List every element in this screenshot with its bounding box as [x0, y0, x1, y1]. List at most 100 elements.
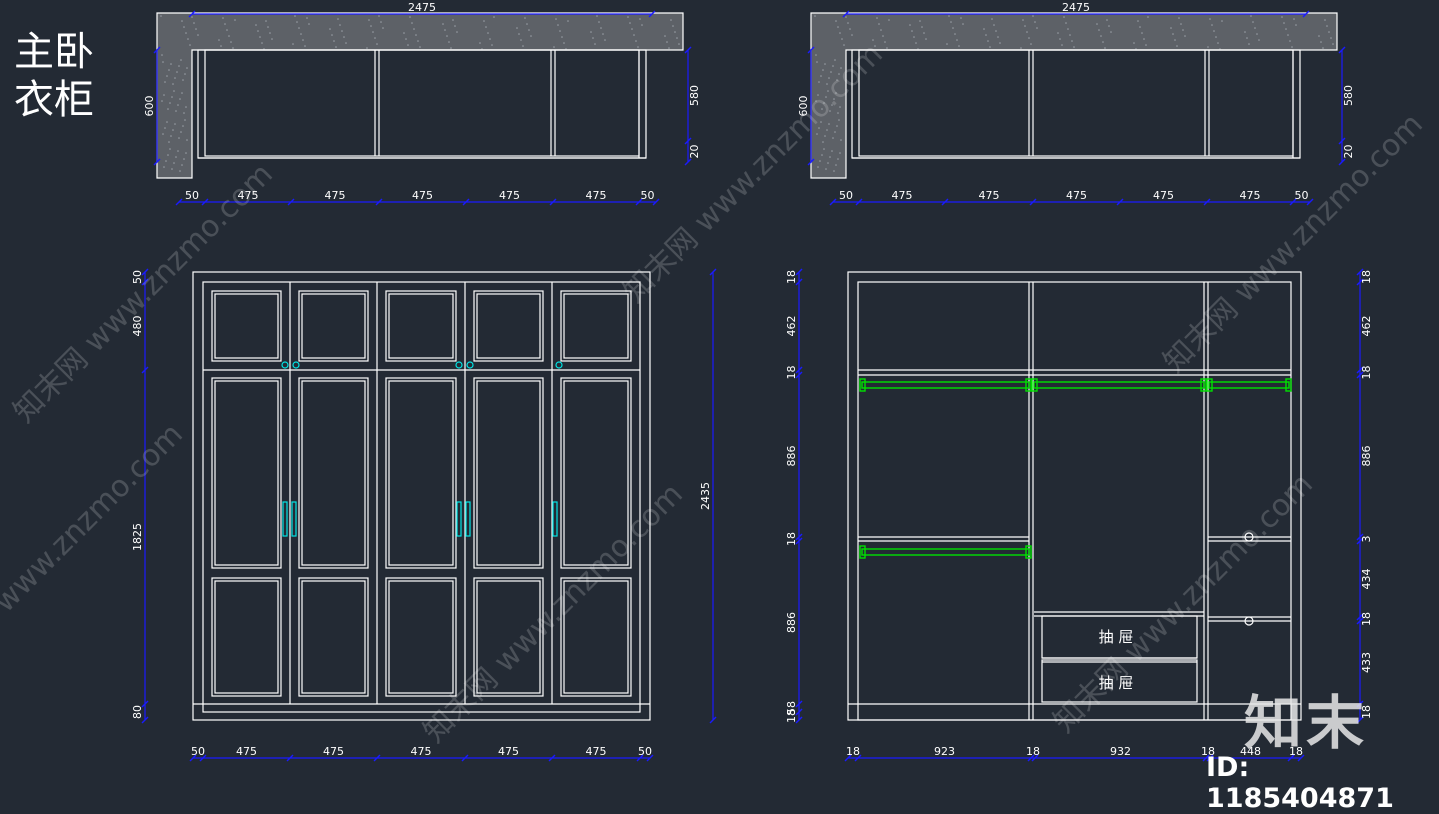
stone-speckle [822, 69, 824, 71]
stone-speckle [166, 75, 168, 77]
stone-speckle [160, 15, 162, 17]
stone-speckle [635, 40, 637, 42]
stone-speckle [168, 69, 170, 71]
stone-speckle [232, 47, 234, 49]
stone-speckle [331, 34, 333, 36]
stone-speckle [177, 150, 179, 152]
interior-right-dim-label: 3 [1360, 536, 1373, 543]
stone-speckle [598, 21, 600, 23]
stone-speckle [884, 41, 886, 43]
door-handle [456, 501, 462, 537]
front-bottom-dim-label: 475 [586, 745, 607, 758]
stone-speckle [163, 166, 165, 168]
stone-speckle [419, 46, 421, 48]
stone-speckle [178, 137, 180, 139]
stone-speckle [1256, 33, 1258, 35]
stone-speckle [411, 22, 413, 24]
stone-speckle [627, 16, 629, 18]
stone-speckle [835, 164, 837, 166]
plan-bottom-dim-label: 50 [641, 189, 655, 202]
stone-speckle [958, 45, 960, 47]
stone-speckle [596, 15, 598, 17]
stone-speckle [308, 23, 310, 25]
stone-speckle [1034, 21, 1036, 23]
stone-speckle [454, 25, 456, 27]
stone-speckle [177, 104, 179, 106]
stone-speckle [187, 38, 189, 40]
stone-speckle [1030, 43, 1032, 45]
interior-right-dim-label: 18 [1360, 270, 1373, 284]
stone-speckle [1184, 35, 1186, 37]
stone-speckle [815, 54, 817, 56]
stone-speckle [164, 127, 166, 129]
stone-speckle [271, 38, 273, 40]
stone-speckle [485, 26, 487, 28]
stone-speckle [1028, 37, 1030, 39]
stone-speckle [1102, 41, 1104, 43]
plan-right-dim-label: 20 [688, 145, 701, 159]
hanging-rod [1208, 381, 1290, 389]
front-bottom-dim-label: 475 [411, 745, 432, 758]
stone-speckle [827, 162, 829, 164]
stone-speckle [600, 27, 602, 29]
stone-speckle [265, 20, 267, 22]
stone-speckle [234, 19, 236, 21]
stone-speckle [952, 27, 954, 29]
cad-drawing: 2475600 5802050 475 475 475 475 475 502475600 58… [0, 1, 1430, 762]
stone-speckle [1057, 32, 1059, 34]
stone-speckle [230, 41, 232, 43]
stone-speckle [1139, 26, 1141, 28]
door-panel-lower-inner [301, 580, 366, 694]
stone-speckle [950, 21, 952, 23]
stone-speckle [843, 44, 845, 46]
stone-speckle [845, 16, 847, 18]
watermark-site: 知末网 www.znzmo.com [7, 157, 280, 430]
upper-door-panel [385, 290, 457, 362]
stone-speckle [1289, 40, 1291, 42]
stone-speckle [948, 15, 950, 17]
stone-speckle [849, 28, 851, 30]
stone-speckle [837, 158, 839, 160]
stone-speckle [1106, 19, 1108, 21]
stone-speckle [557, 24, 559, 26]
stone-speckle [851, 34, 853, 36]
stone-speckle [561, 36, 563, 38]
door-panel-middle [211, 377, 282, 569]
stone-speckle [302, 39, 304, 41]
stone-speckle [1246, 37, 1248, 39]
stone-speckle [1061, 44, 1063, 46]
stone-speckle [169, 148, 171, 150]
cabinet-plan-inner [204, 49, 640, 157]
stone-speckle [1178, 17, 1180, 19]
stone-speckle [872, 39, 874, 41]
interior-bottom-dim-label: 18 [1026, 745, 1040, 758]
stone-speckle [183, 158, 185, 160]
upper-door-panel-inner [214, 293, 279, 359]
stone-speckle [343, 36, 345, 38]
stone-speckle [991, 18, 993, 20]
plan-right-dim-label: 20 [1342, 145, 1355, 159]
interior-bottom-dim-label: 923 [934, 745, 955, 758]
stone-speckle [1254, 27, 1256, 29]
stone-speckle [956, 39, 958, 41]
stone-speckle [1252, 21, 1254, 23]
stone-speckle [1250, 15, 1252, 17]
stone-speckle [1328, 31, 1330, 33]
stone-speckle [590, 31, 592, 33]
stone-speckle [1108, 25, 1110, 27]
stone-speckle [300, 33, 302, 35]
stone-speckle [171, 168, 173, 170]
stone-speckle [814, 15, 816, 17]
stone-speckle [415, 34, 417, 36]
stone-speckle [880, 29, 882, 31]
stone-speckle [946, 43, 948, 45]
interior-left-dim-label: 18 [785, 709, 798, 723]
stone-speckle [228, 35, 230, 37]
stone-speckle [824, 63, 826, 65]
stone-speckle [378, 15, 380, 17]
stone-speckle [631, 28, 633, 30]
door-panel-lower-inner [214, 580, 279, 694]
stone-speckle [921, 26, 923, 28]
front-inner-frame [202, 281, 641, 713]
stone-speckle [820, 75, 822, 77]
